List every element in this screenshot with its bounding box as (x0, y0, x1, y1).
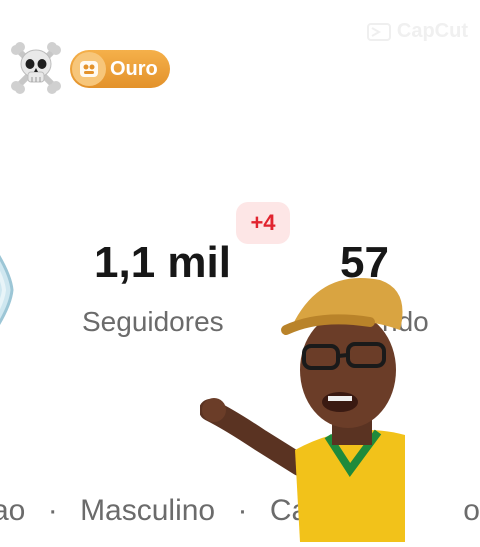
extra-info-tail: o (463, 494, 480, 527)
gold-rank-icon (72, 52, 106, 86)
rank-badge-label: Ouro (110, 57, 158, 80)
avatar-frame-partial[interactable] (0, 228, 18, 352)
rank-badge[interactable]: Ouro (70, 50, 170, 88)
new-followers-badge: +4 (236, 202, 290, 244)
gender-text: Masculino (80, 494, 216, 527)
location-text: ao (0, 494, 26, 527)
watermark-text: CapCut (396, 20, 468, 42)
person-overlay-image (199, 260, 420, 542)
separator-dot: · (47, 494, 58, 527)
skull-crossbones-icon (10, 42, 62, 94)
capcut-watermark: CapCut (366, 20, 468, 43)
capcut-logo-icon (366, 22, 391, 41)
